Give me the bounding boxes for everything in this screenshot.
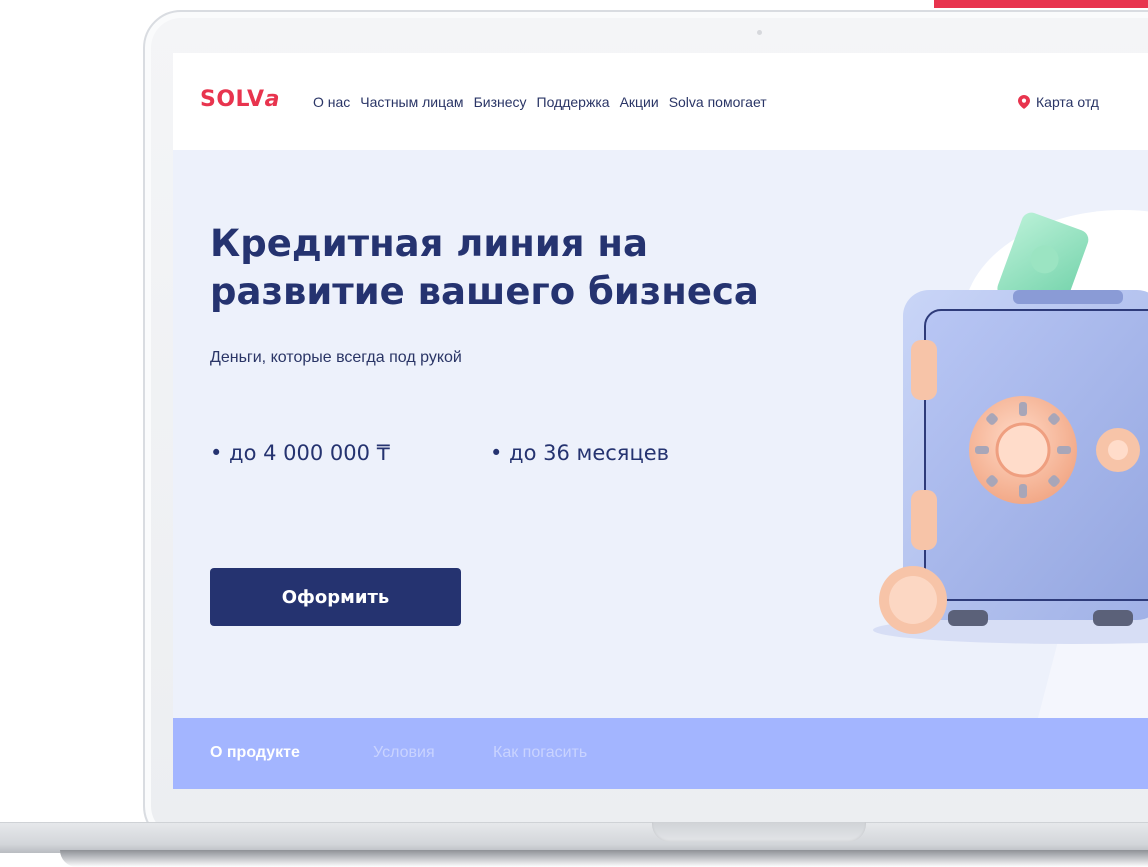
branch-map-label: Карта отд [1036, 94, 1099, 110]
hero-title: Кредитная линия на развитие вашего бизне… [210, 220, 850, 316]
nav-link-promotions[interactable]: Акции [620, 93, 659, 111]
solva-logo[interactable]: SOLVa [200, 86, 280, 114]
laptop-screen: SOLVa О нас Частным лицам Бизнесу Поддер… [173, 53, 1148, 789]
tab-conditions[interactable]: Условия [373, 743, 435, 763]
page: SOLVa О нас Частным лицам Бизнесу Поддер… [0, 0, 1148, 867]
hero-subtitle: Деньги, которые всегда под рукой [210, 349, 462, 366]
tab-about-product[interactable]: О продукте [210, 743, 300, 763]
safe-with-money-icon [873, 210, 1148, 718]
hero-section: Кредитная линия на развитие вашего бизне… [173, 150, 1148, 718]
nav-link-solva-helps[interactable]: Solva помогает [669, 93, 767, 111]
branch-map-link[interactable]: Карта отд [1018, 93, 1099, 111]
product-tabs: О продукте Условия Как погасить [173, 718, 1148, 789]
hero-title-line-1: Кредитная линия на [210, 222, 648, 265]
map-pin-icon [1018, 95, 1030, 109]
nav-link-support[interactable]: Поддержка [537, 93, 610, 111]
feature-amount: • до 4 000 000 ₸ [210, 441, 391, 465]
nav-link-about[interactable]: О нас [313, 93, 350, 111]
feature-term: • до 36 месяцев [490, 441, 670, 465]
accent-strip [934, 0, 1148, 8]
tab-how-to-repay[interactable]: Как погасить [493, 743, 587, 763]
feature-list: • до 4 000 000 ₸ • до 36 месяцев [210, 440, 669, 466]
apply-button[interactable]: Оформить [210, 568, 461, 626]
laptop-notch [652, 822, 866, 842]
laptop-base-shadow [60, 850, 1148, 867]
hero-title-line-2: развитие вашего бизнеса [210, 270, 759, 313]
top-navbar: SOLVa О нас Частным лицам Бизнесу Поддер… [173, 53, 1148, 150]
laptop-camera [757, 30, 762, 35]
nav-link-individuals[interactable]: Частным лицам [360, 93, 463, 111]
nav-link-business[interactable]: Бизнесу [474, 93, 527, 111]
main-nav: О нас Частным лицам Бизнесу Поддержка Ак… [313, 93, 777, 111]
laptop-base [0, 822, 1148, 853]
